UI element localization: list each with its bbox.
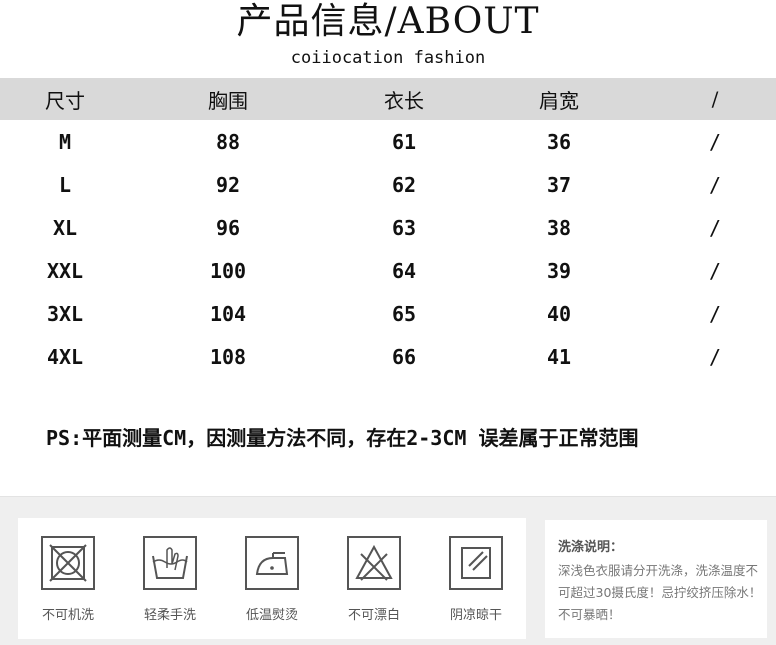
length-cell: 66 <box>391 344 417 369</box>
slash-cell: / <box>708 258 722 283</box>
length-cell: 63 <box>391 215 417 240</box>
wash-instructions: 洗涤说明： 深浅色衣服请分开洗涤，洗涤温度不可超过30摄氏度！忌拧绞挤压除水！不… <box>545 520 767 638</box>
care-icons: 不可机洗 轻柔手洗 低温熨烫 不可漂白 阴凉晾干 <box>18 518 526 639</box>
table-header-row: 尺寸 胸围 衣长 肩宽 / <box>0 78 776 120</box>
size-table: 尺寸 胸围 衣长 肩宽 / M 88 61 36 / L 92 62 37 / … <box>0 78 776 378</box>
care-label: 不可机洗 <box>41 608 94 623</box>
care-label: 不可漂白 <box>347 608 400 623</box>
chest-cell: 108 <box>209 344 247 369</box>
care-label: 阴凉晾干 <box>449 608 502 623</box>
shoulder-cell: 41 <box>546 344 572 369</box>
shoulder-cell: 36 <box>546 129 572 154</box>
length-cell: 64 <box>391 258 417 283</box>
header-chest: 胸围 <box>208 88 248 113</box>
low-temp-iron-icon <box>245 536 299 590</box>
size-cell: L <box>58 172 72 197</box>
table-row: L 92 62 37 / <box>0 163 776 206</box>
table-row: XL 96 63 38 / <box>0 206 776 249</box>
slash-cell: / <box>708 172 722 197</box>
shoulder-cell: 38 <box>546 215 572 240</box>
table-row: 3XL 104 65 40 / <box>0 292 776 335</box>
care-item: 不可机洗 <box>28 536 108 623</box>
wash-text: 深浅色衣服请分开洗涤，洗涤温度不可超过30摄氏度！忌拧绞挤压除水！不可暴晒！ <box>558 563 762 622</box>
slash-cell: / <box>708 129 722 154</box>
care-item: 不可漂白 <box>334 536 414 623</box>
table-row: XXL 100 64 39 / <box>0 249 776 292</box>
slash-cell: / <box>708 344 722 369</box>
page-title: 产品信息/ABOUT <box>236 1 540 42</box>
header-shoulder: 肩宽 <box>539 88 579 113</box>
size-cell: XXL <box>46 258 84 283</box>
size-cell: 3XL <box>46 301 84 326</box>
gentle-hand-wash-icon <box>143 536 197 590</box>
chest-cell: 96 <box>215 215 241 240</box>
chest-cell: 88 <box>215 129 241 154</box>
care-item: 轻柔手洗 <box>130 536 210 623</box>
size-cell: 4XL <box>46 344 84 369</box>
measurement-note: PS:平面测量CM，因测量方法不同，存在2-3CM 误差属于正常范围 <box>46 426 639 450</box>
care-item: 低温熨烫 <box>232 536 312 623</box>
table-row: M 88 61 36 / <box>0 120 776 163</box>
table-row: 4XL 108 66 41 / <box>0 335 776 378</box>
length-cell: 61 <box>391 129 417 154</box>
size-cell: XL <box>52 215 78 240</box>
product-info-page: 产品信息/ABOUT coiiocation fashion 尺寸 胸围 衣长 … <box>0 0 776 645</box>
wash-title: 洗涤说明： <box>558 540 624 555</box>
shade-dry-icon <box>449 536 503 590</box>
chest-cell: 100 <box>209 258 247 283</box>
header-size: 尺寸 <box>45 88 85 113</box>
care-label: 轻柔手洗 <box>143 608 196 623</box>
shoulder-cell: 39 <box>546 258 572 283</box>
chest-cell: 92 <box>215 172 241 197</box>
slash-cell: / <box>708 301 722 326</box>
slash-cell: / <box>708 215 722 240</box>
length-cell: 62 <box>391 172 417 197</box>
no-bleach-icon <box>347 536 401 590</box>
header-length: 衣长 <box>384 88 424 113</box>
chest-cell: 104 <box>209 301 247 326</box>
care-item: 阴凉晾干 <box>436 536 516 623</box>
shoulder-cell: 37 <box>546 172 572 197</box>
shoulder-cell: 40 <box>546 301 572 326</box>
page-subtitle: coiiocation fashion <box>290 48 486 68</box>
size-cell: M <box>58 129 72 154</box>
care-label: 低温熨烫 <box>245 608 298 623</box>
header-slash: / <box>711 87 719 111</box>
no-machine-wash-icon <box>41 536 95 590</box>
length-cell: 65 <box>391 301 417 326</box>
